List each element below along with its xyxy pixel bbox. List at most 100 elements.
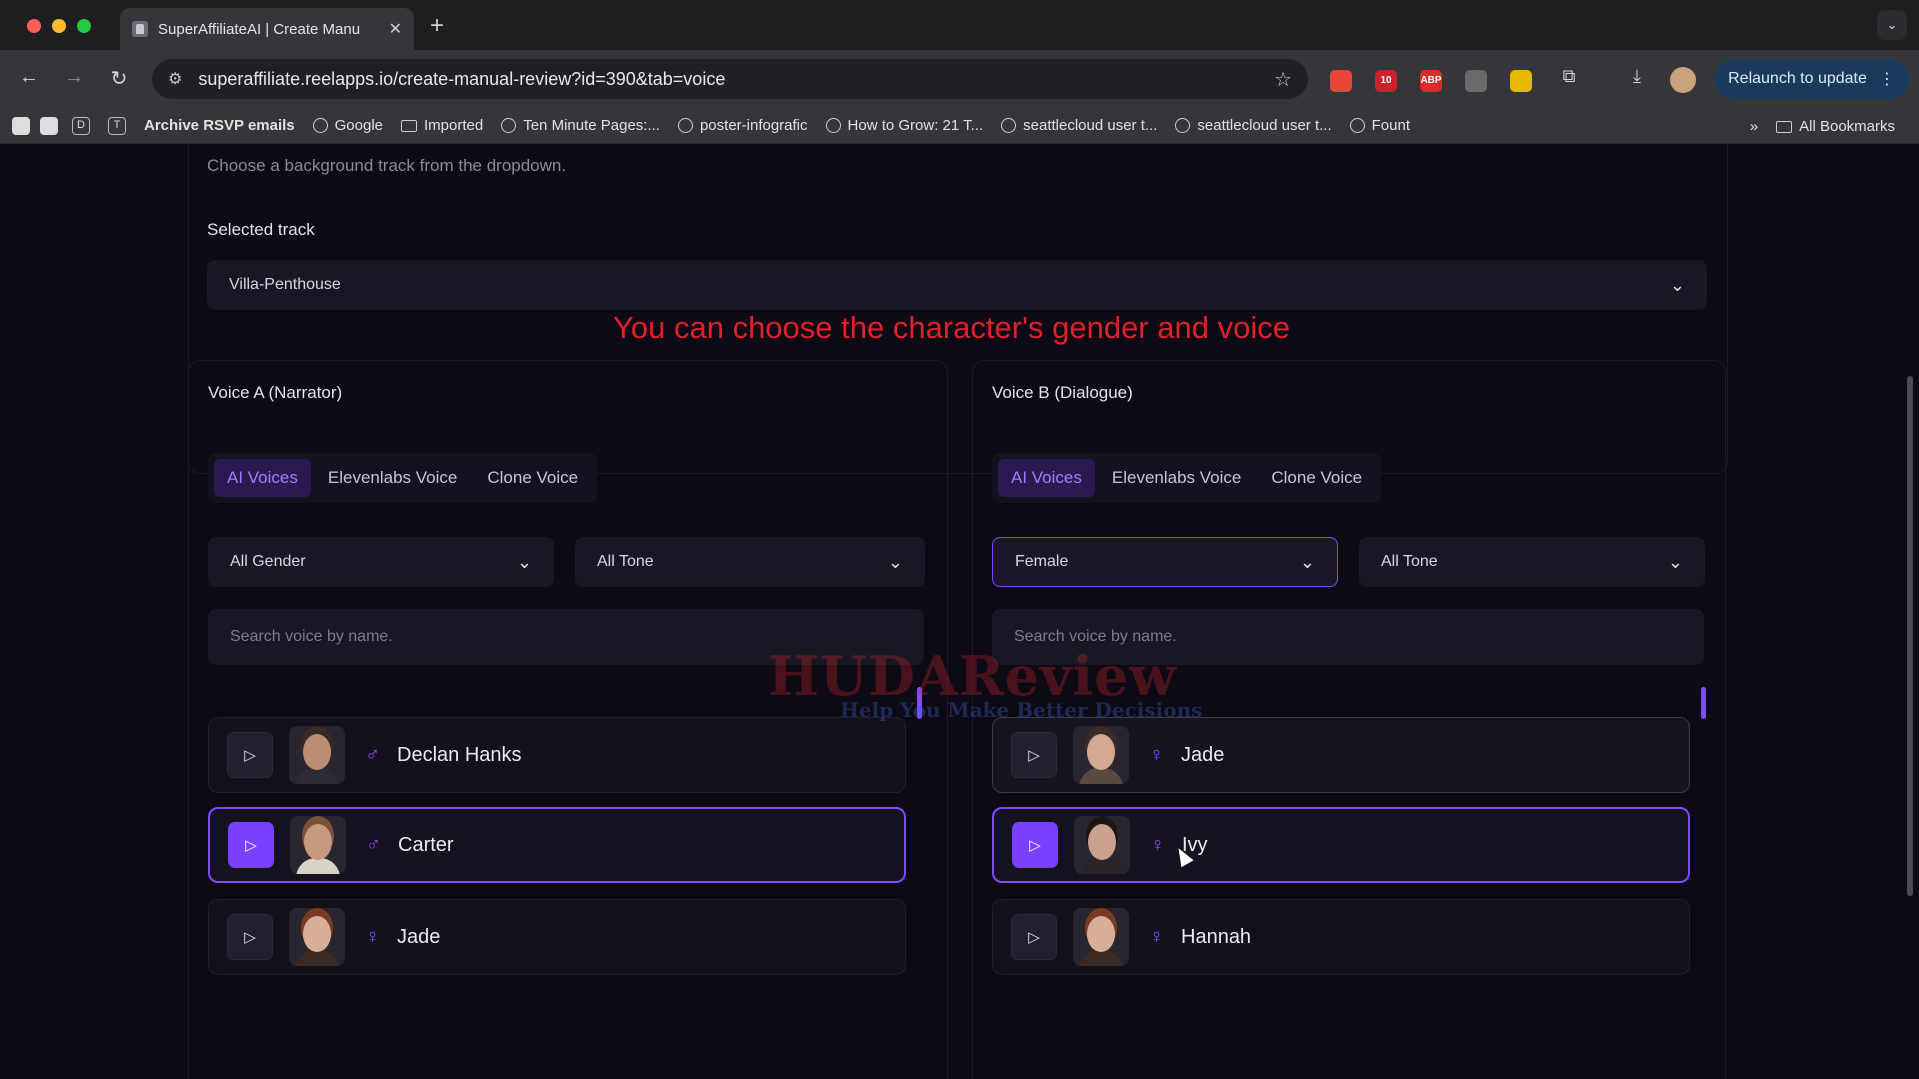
tab-close-icon[interactable]: ✕ (389, 19, 402, 39)
voice-list-item[interactable]: ▷ ♀ Hannah (992, 899, 1690, 975)
adblock-icon[interactable]: ABP (1420, 70, 1442, 92)
site-favicon-icon (132, 21, 148, 37)
bookmark-item[interactable]: How to Grow: 21 T... (822, 115, 988, 136)
track-select-dropdown[interactable]: Villa-Penthouse ⌄ (207, 260, 1707, 310)
tab-title: SuperAffiliateAI | Create Manu (158, 20, 361, 38)
bookmark-label: seattlecloud user t... (1197, 117, 1332, 134)
tone-filter-dropdown[interactable]: All Tone ⌄ (575, 537, 925, 587)
bookmark-letter-icon: D (72, 116, 90, 135)
female-icon: ♀ (1149, 743, 1164, 766)
voice-list-item[interactable]: ▷ ♂ Declan Hanks (208, 717, 906, 793)
tab-clone-voice[interactable]: Clone Voice (474, 459, 591, 497)
back-icon[interactable]: ← (16, 66, 42, 89)
male-icon: ♂ (366, 833, 381, 856)
voice-avatar (1074, 816, 1130, 874)
page-content: Choose a background track from the dropd… (0, 144, 1919, 1079)
new-tab-button[interactable]: + (430, 12, 444, 40)
site-info-icon[interactable]: ⚙ (168, 69, 182, 89)
play-icon[interactable]: ▷ (227, 732, 273, 778)
folder-icon (1776, 120, 1793, 133)
tab-clone-voice[interactable]: Clone Voice (1258, 459, 1375, 497)
play-icon[interactable]: ▷ (1012, 822, 1058, 868)
all-bookmarks-label: All Bookmarks (1799, 118, 1895, 135)
all-bookmarks-button[interactable]: All Bookmarks (1772, 116, 1899, 137)
bookmark-item[interactable]: seattlecloud user t... (997, 115, 1161, 136)
ext-calendar-icon[interactable]: 10 (1375, 70, 1397, 92)
avatar-shoulders (1079, 768, 1123, 784)
search-placeholder: Search voice by name. (230, 628, 393, 645)
tab-elevenlabs-voice[interactable]: Elevenlabs Voice (1099, 459, 1254, 497)
bookmark-item[interactable]: T (104, 115, 130, 137)
bookmark-label: How to Grow: 21 T... (847, 117, 984, 134)
voice-list-scrollbar[interactable] (1701, 687, 1706, 719)
voice-b-title: Voice B (Dialogue) (992, 383, 1133, 402)
play-icon[interactable]: ▷ (228, 822, 274, 868)
voice-a-panel: Voice A (Narrator) AI Voices Elevenlabs … (188, 360, 948, 1079)
bookmarks-overflow-icon[interactable]: » (1746, 116, 1762, 137)
play-icon[interactable]: ▷ (227, 914, 273, 960)
bookmark-item[interactable]: seattlecloud user t... (1171, 115, 1335, 136)
ext-color-icon[interactable] (1510, 70, 1532, 92)
play-icon[interactable]: ▷ (1011, 914, 1057, 960)
track-hint-text: Choose a background track from the dropd… (207, 156, 567, 175)
ext-gray-icon[interactable] (1465, 70, 1487, 92)
voice-name: Carter (398, 833, 454, 856)
avatar-shoulders (295, 768, 339, 784)
globe-icon (825, 118, 841, 133)
bookmark-item[interactable]: Google (309, 115, 387, 136)
bookmark-app-icon[interactable] (12, 116, 30, 135)
bookmark-item[interactable]: Ten Minute Pages:... (497, 115, 664, 136)
voice-list-item[interactable]: ▷ ♀ Jade (208, 899, 906, 975)
extensions-puzzle-icon[interactable]: ⧉ (1556, 66, 1582, 87)
window-close-button[interactable] (27, 19, 41, 33)
window-minimize-button[interactable] (52, 19, 66, 33)
bookmark-item[interactable]: poster-infografic (674, 115, 812, 136)
window-maximize-button[interactable] (77, 19, 91, 33)
bookmark-app-icon[interactable] (40, 116, 58, 135)
forward-icon[interactable]: → (61, 66, 87, 89)
avatar-head (303, 916, 331, 952)
voice-avatar (289, 726, 345, 784)
globe-icon (677, 118, 693, 133)
tab-elevenlabs-voice[interactable]: Elevenlabs Voice (315, 459, 470, 497)
tone-filter-dropdown[interactable]: All Tone ⌄ (1359, 537, 1705, 587)
bookmark-item[interactable]: D (68, 115, 94, 137)
male-icon: ♂ (365, 743, 380, 766)
tab-ai-voices[interactable]: AI Voices (998, 459, 1095, 497)
bookmark-star-icon[interactable]: ☆ (1274, 67, 1292, 92)
ext-red-icon[interactable] (1330, 70, 1352, 92)
voice-b-tabs: AI Voices Elevenlabs Voice Clone Voice (992, 453, 1382, 503)
address-bar[interactable]: ⚙ superaffiliate.reelapps.io/create-manu… (152, 59, 1308, 99)
tab-ai-voices[interactable]: AI Voices (214, 459, 311, 497)
gender-filter-dropdown[interactable]: All Gender ⌄ (208, 537, 554, 587)
voice-list-item[interactable]: ▷ ♀ Ivy (992, 807, 1690, 883)
avatar-head (303, 734, 331, 770)
url-text[interactable]: superaffiliate.reelapps.io/create-manual… (198, 69, 1274, 90)
browser-tab-bar: SuperAffiliateAI | Create Manu ✕ + ⌄ (0, 0, 1919, 50)
page-scrollbar[interactable] (1907, 376, 1913, 896)
relaunch-label: Relaunch to update (1728, 70, 1867, 87)
avatar-head (1088, 824, 1116, 860)
bookmark-item[interactable]: Fount (1346, 115, 1414, 136)
avatar-head (1087, 916, 1115, 952)
avatar-head (304, 824, 332, 860)
more-menu-icon[interactable]: ⋮ (1879, 69, 1895, 89)
voice-list-item[interactable]: ▷ ♂ Carter (208, 807, 906, 883)
globe-icon (1349, 118, 1365, 133)
bookmark-item[interactable]: Imported (397, 115, 487, 136)
download-icon[interactable]: ⤓ (1624, 66, 1650, 87)
gender-filter-dropdown[interactable]: Female ⌄ (992, 537, 1338, 587)
globe-icon (1001, 118, 1017, 133)
reload-icon[interactable]: ↻ (106, 66, 132, 91)
chevron-down-icon: ⌄ (1667, 551, 1683, 572)
bookmark-item[interactable]: Archive RSVP emails (140, 115, 299, 136)
voice-a-title: Voice A (Narrator) (208, 383, 343, 402)
profile-avatar[interactable] (1670, 67, 1696, 93)
voice-list-item[interactable]: ▷ ♀ Jade (992, 717, 1690, 793)
globe-icon (1175, 118, 1191, 133)
play-icon[interactable]: ▷ (1011, 732, 1057, 778)
browser-tab[interactable]: SuperAffiliateAI | Create Manu ✕ (120, 8, 414, 50)
tab-search-button[interactable]: ⌄ (1877, 10, 1907, 40)
voice-name: Hannah (1181, 925, 1252, 948)
relaunch-button[interactable]: Relaunch to update ⋮ (1714, 59, 1909, 99)
